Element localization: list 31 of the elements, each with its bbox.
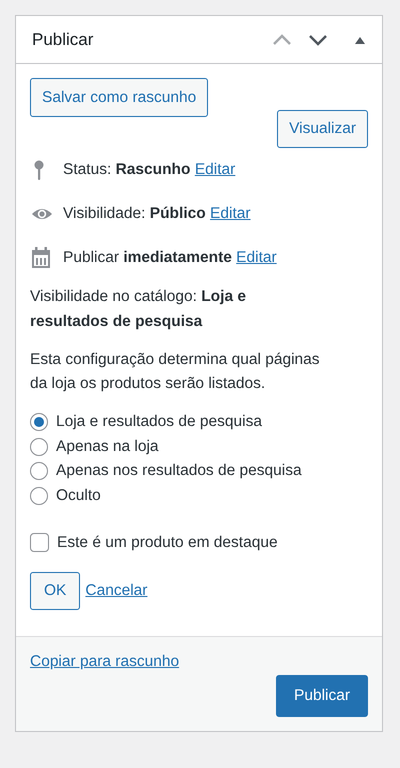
status-text: Status: Rascunho Editar	[63, 161, 236, 179]
edit-link[interactable]: Editar	[194, 161, 236, 178]
radio-button[interactable]	[30, 462, 48, 480]
radio-button[interactable]	[30, 413, 48, 432]
save-draft-button[interactable]: Salvar como rascunho	[30, 78, 208, 117]
checkbox-option[interactable]: Este é um produto em destaque	[30, 530, 368, 555]
radio-option[interactable]: Oculto	[30, 484, 368, 508]
checkbox-label: Este é um produto em destaque	[57, 534, 278, 552]
catalog-visibility-text: Visibilidade no catálogo: Loja e resultados de pesquisa	[30, 287, 247, 332]
description-text: Esta configuração determina qual páginas da loja os produtos serão listados.	[30, 350, 321, 394]
panel-title: Publicar	[32, 30, 94, 50]
radio-option[interactable]: Loja e resultados de pesquisa	[30, 410, 368, 435]
calendar-icon	[31, 247, 51, 269]
edit-link[interactable]: Editar	[236, 249, 277, 266]
option-label: Apenas nos resultados de pesquisa	[56, 462, 302, 480]
status-text: Visibilidade: Público Editar	[63, 205, 251, 223]
radio-button[interactable]	[30, 438, 48, 456]
status-text: Publicar imediatamente Editar	[63, 249, 277, 267]
ok-button[interactable]: OK	[30, 572, 80, 610]
edit-link[interactable]: Editar	[210, 205, 251, 222]
option-label: Loja e resultados de pesquisa	[56, 413, 262, 432]
preview-button[interactable]: Visualizar	[277, 110, 368, 148]
publish-button[interactable]: Publicar	[276, 674, 368, 717]
cancel-link[interactable]: Cancelar	[85, 582, 148, 600]
copy-draft-link[interactable]: Copiar para rascunho	[30, 652, 180, 671]
radio-option[interactable]: Apenas nos resultados de pesquisa	[30, 459, 368, 484]
radio-button[interactable]	[30, 487, 48, 506]
option-label: Apenas na loja	[56, 438, 159, 456]
checkbox[interactable]	[30, 533, 49, 552]
option-label: Oculto	[56, 487, 101, 506]
radio-option[interactable]: Apenas na loja	[30, 434, 368, 460]
